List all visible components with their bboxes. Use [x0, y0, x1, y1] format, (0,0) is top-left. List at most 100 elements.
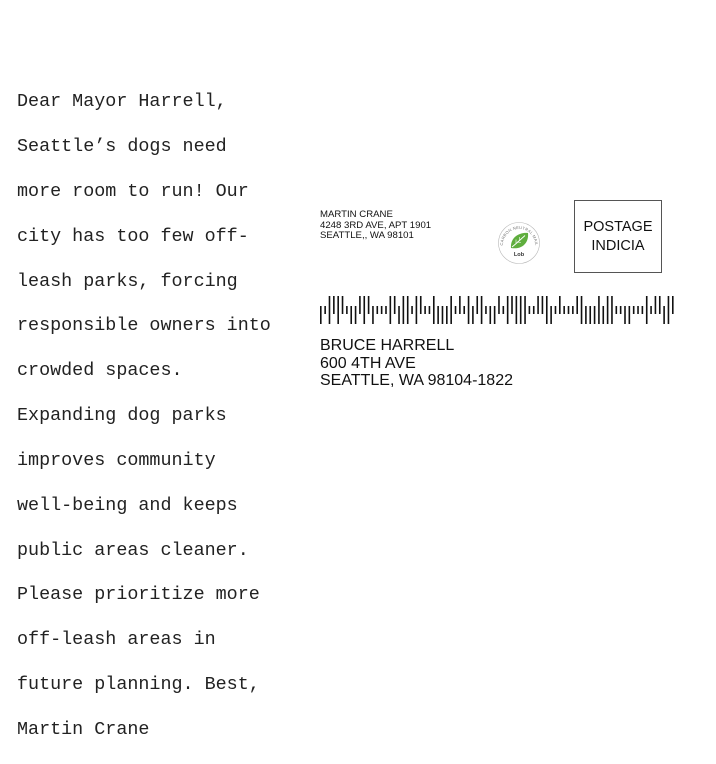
barcode-bar — [654, 296, 657, 314]
barcode-bar — [419, 296, 422, 314]
barcode-bar — [624, 306, 626, 324]
barcode-bar — [663, 306, 665, 324]
message-line: Martin Crane — [17, 718, 150, 740]
postage-indicia-box: POSTAGE INDICIA — [574, 200, 662, 273]
barcode-bar — [346, 306, 348, 314]
barcode-bar — [337, 296, 339, 324]
barcode-bar — [380, 306, 383, 314]
barcode-bar — [454, 306, 457, 314]
barcode-bar — [367, 296, 370, 314]
barcode-bar — [467, 296, 470, 324]
barcode-bar — [585, 306, 587, 324]
barcode-bar — [428, 306, 431, 314]
barcode-bar — [385, 306, 387, 314]
barcode-bar — [389, 296, 392, 324]
barcode-bar — [554, 306, 557, 314]
barcode-bar — [402, 296, 405, 324]
barcode-bar — [363, 296, 366, 324]
recipient-street: 600 4TH AVE — [320, 354, 416, 372]
recipient-city-state-zip: SEATTLE, WA 98104-1822 — [320, 372, 513, 389]
barcode-bar — [472, 306, 474, 324]
barcode-bar — [398, 306, 400, 324]
barcode-bar — [619, 306, 622, 314]
message-line: crowded spaces. — [17, 360, 183, 382]
barcode-bar — [567, 306, 570, 314]
barcode-bar — [372, 306, 374, 324]
barcode-bar — [446, 306, 448, 324]
barcode-bar — [641, 306, 644, 314]
message-line: leash parks, forcing — [17, 270, 238, 292]
message-line: improves community — [17, 449, 216, 471]
barcode-bar — [480, 296, 483, 324]
message-line: public areas cleaner. — [17, 539, 249, 561]
barcode-bar — [489, 306, 492, 324]
seal-brand: Lob — [514, 252, 525, 258]
barcode-bar — [559, 296, 561, 314]
postage-label: POSTAGE — [583, 218, 653, 235]
barcode-bar — [580, 296, 583, 324]
message-line: responsible owners into — [17, 315, 271, 337]
barcode-bar — [632, 306, 635, 314]
barcode-bar — [432, 296, 435, 324]
barcode-bar — [606, 296, 609, 324]
barcode-bar — [667, 296, 670, 324]
message-line: future planning. Best, — [17, 673, 260, 695]
barcode-bar — [519, 296, 522, 324]
postcard-message: Dear Mayor Harrell, Seattle’s dogs need … — [17, 69, 302, 764]
barcode-bar — [532, 306, 535, 314]
barcode-bar — [354, 306, 357, 324]
barcode-bar — [406, 296, 409, 324]
barcode-bar — [593, 306, 596, 324]
barcode-bar — [393, 296, 396, 314]
barcode-bar — [589, 306, 592, 324]
barcode-bar — [615, 306, 618, 314]
message-line: Please prioritize more — [17, 584, 260, 606]
barcode-bar — [550, 306, 552, 324]
barcode-bar — [628, 306, 631, 324]
message-line: well-being and keeps — [17, 494, 238, 516]
barcode-bar — [485, 306, 487, 314]
message-line: Dear Mayor Harrell, — [17, 91, 227, 113]
sender-name: MARTIN CRANE — [320, 209, 393, 220]
barcode-bar — [459, 296, 461, 314]
barcode-bar — [324, 306, 326, 314]
intelligent-mail-barcode — [320, 296, 674, 324]
barcode-bar — [502, 306, 505, 314]
barcode-bar — [511, 296, 513, 314]
barcode-bar — [333, 296, 335, 314]
barcode-bar — [572, 306, 574, 314]
barcode-bar — [645, 296, 648, 324]
barcode-bar — [524, 296, 526, 324]
barcode-bar — [637, 306, 639, 314]
barcode-bar — [650, 306, 652, 314]
message-line: more room to run! Our — [17, 181, 249, 203]
barcode-bar — [611, 296, 613, 324]
barcode-bar — [541, 296, 544, 314]
barcode-bar — [602, 306, 605, 324]
message-line: Expanding dog parks — [17, 405, 227, 427]
barcode-bar — [476, 296, 479, 314]
barcode-bar — [598, 296, 600, 324]
recipient-name: BRUCE HARRELL — [320, 337, 455, 354]
barcode-bar — [441, 306, 444, 324]
message-line: Seattle’s dogs need — [17, 136, 227, 158]
barcode-bar — [528, 306, 531, 314]
barcode-bar — [376, 306, 379, 314]
barcode-bar — [563, 306, 565, 314]
barcode-bar — [450, 296, 452, 324]
sender-city-state-zip: SEATTLE,, WA 98101 — [320, 230, 414, 242]
barcode-bar — [359, 296, 361, 314]
barcode-bar — [341, 296, 344, 314]
barcode-bar — [537, 296, 539, 314]
return-address: MARTIN CRANE 4248 3RD AVE, APT 1901 SEAT… — [320, 209, 431, 242]
barcode-bar — [576, 296, 578, 314]
barcode-bar — [658, 296, 661, 314]
barcode-bar — [424, 306, 426, 314]
barcode-bar — [493, 306, 496, 324]
carbon-neutral-seal-icon: CARBON NEUTRAL MAIL Lob — [498, 222, 540, 264]
barcode-bar — [672, 296, 674, 314]
recipient-address: BRUCE HARRELL 600 4TH AVE SEATTLE, WA 98… — [320, 337, 513, 390]
barcode-bar — [437, 306, 439, 324]
barcode-bar — [506, 296, 509, 324]
barcode-bar — [320, 306, 322, 324]
